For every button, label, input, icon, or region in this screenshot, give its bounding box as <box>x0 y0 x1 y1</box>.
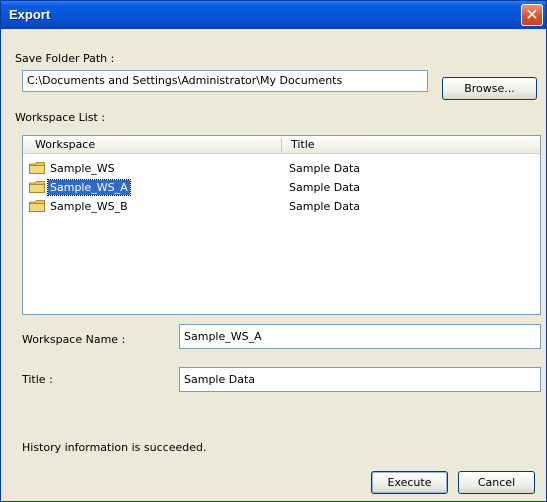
workspace-title-cell: Sample Data <box>289 162 361 175</box>
workspace-list[interactable]: Workspace Title Sample_WS Sample Data Sa… <box>22 135 541 315</box>
list-header: Workspace Title <box>23 136 540 154</box>
workspace-name-field[interactable]: Sample_WS_A <box>179 324 541 349</box>
workspace-name-cell: Sample_WS_B <box>50 200 128 213</box>
workspace-name-cell: Sample_WS <box>50 162 115 175</box>
column-header-title[interactable]: Title <box>285 136 315 154</box>
save-folder-path-field[interactable]: C:\Documents and Settings\Administrator\… <box>22 70 428 92</box>
folder-icon <box>29 162 45 174</box>
status-message: History information is succeeded. <box>22 441 207 454</box>
save-folder-label: Save Folder Path : <box>15 52 115 65</box>
title-label: Title : <box>22 373 53 386</box>
folder-icon <box>29 181 45 193</box>
folder-icon <box>29 200 45 212</box>
column-header-workspace[interactable]: Workspace <box>29 136 95 154</box>
workspace-name-cell: Sample_WS_A <box>47 179 131 196</box>
window-title: Export <box>9 7 51 22</box>
title-bar[interactable]: Export ✕ <box>1 1 546 29</box>
browse-button[interactable]: Browse... <box>442 77 537 100</box>
title-field[interactable]: Sample Data <box>179 367 541 392</box>
column-divider[interactable] <box>281 138 282 152</box>
close-icon: ✕ <box>525 5 539 24</box>
execute-button[interactable]: Execute <box>371 471 448 494</box>
list-item[interactable]: Sample_WS Sample Data <box>23 159 540 178</box>
workspace-list-label: Workspace List : <box>15 111 106 124</box>
cancel-button[interactable]: Cancel <box>458 471 535 494</box>
workspace-title-cell: Sample Data <box>289 181 361 194</box>
list-item[interactable]: Sample_WS_A Sample Data <box>23 178 540 197</box>
workspace-title-cell: Sample Data <box>289 200 361 213</box>
export-dialog: Export ✕ Save Folder Path : C:\Documents… <box>0 0 547 502</box>
list-item[interactable]: Sample_WS_B Sample Data <box>23 197 540 216</box>
workspace-name-label: Workspace Name : <box>22 333 126 346</box>
close-button[interactable]: ✕ <box>521 4 543 26</box>
